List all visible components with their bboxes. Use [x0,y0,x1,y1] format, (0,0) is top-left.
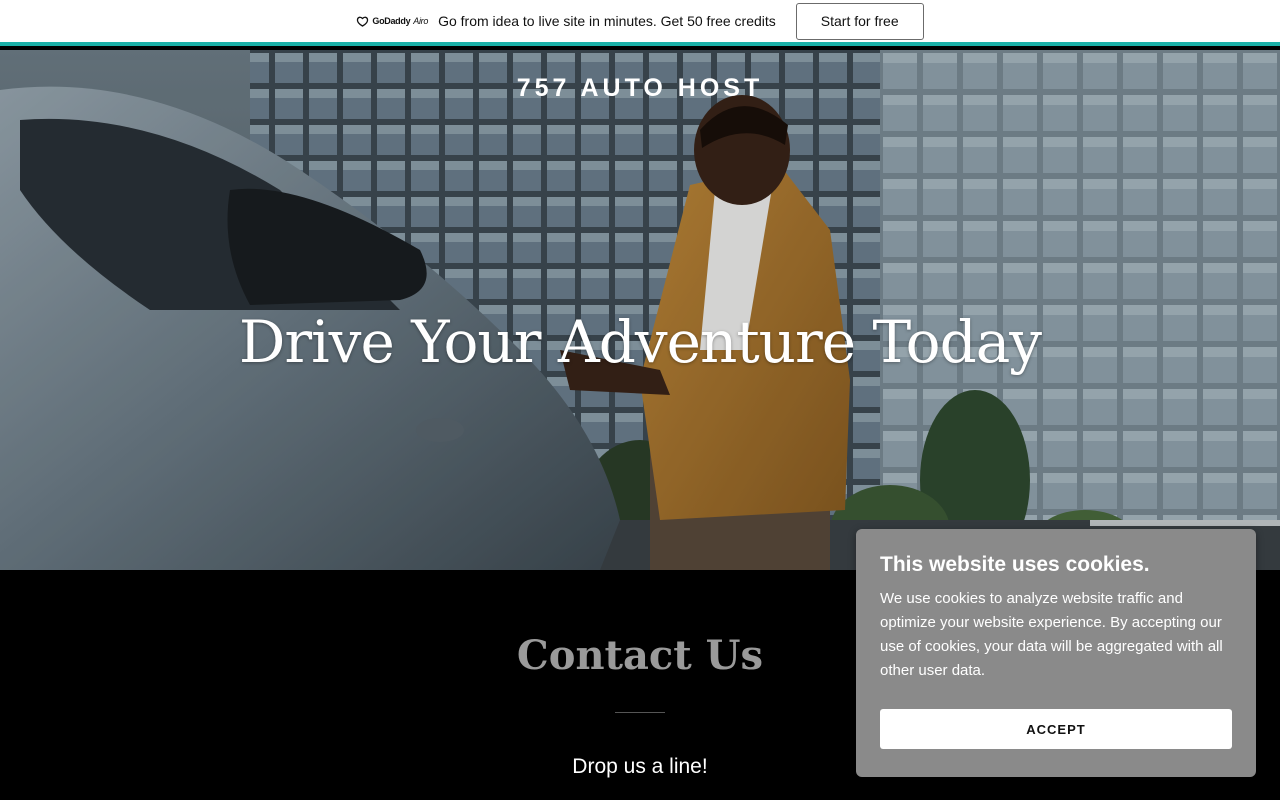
logo-brand-text: GoDaddy [372,16,411,26]
cookie-banner: This website uses cookies. We use cookie… [856,529,1256,777]
promo-message: Go from idea to live site in minutes. Ge… [438,13,776,29]
promo-content: GoDaddy Airo Go from idea to live site i… [356,2,924,40]
site-title[interactable]: 757 AUTO HOST [0,74,1280,103]
cookie-title: This website uses cookies. [880,553,1150,576]
cookie-body: We use cookies to analyze website traffi… [880,590,1223,679]
hero-heading: Drive Your Adventure Today [238,308,1042,376]
section-divider [615,712,665,713]
godaddy-airo-logo: GoDaddy Airo [356,16,428,27]
promo-bar: GoDaddy Airo Go from idea to live site i… [0,0,1280,46]
logo-product-text: Airo [413,16,429,26]
start-for-free-button[interactable]: Start for free [795,2,924,40]
hero-section: 757 AUTO HOST Drive Your Adventure Today [0,50,1280,570]
accept-cookies-button[interactable]: ACCEPT [880,709,1232,749]
godaddy-logo-icon [357,16,369,27]
